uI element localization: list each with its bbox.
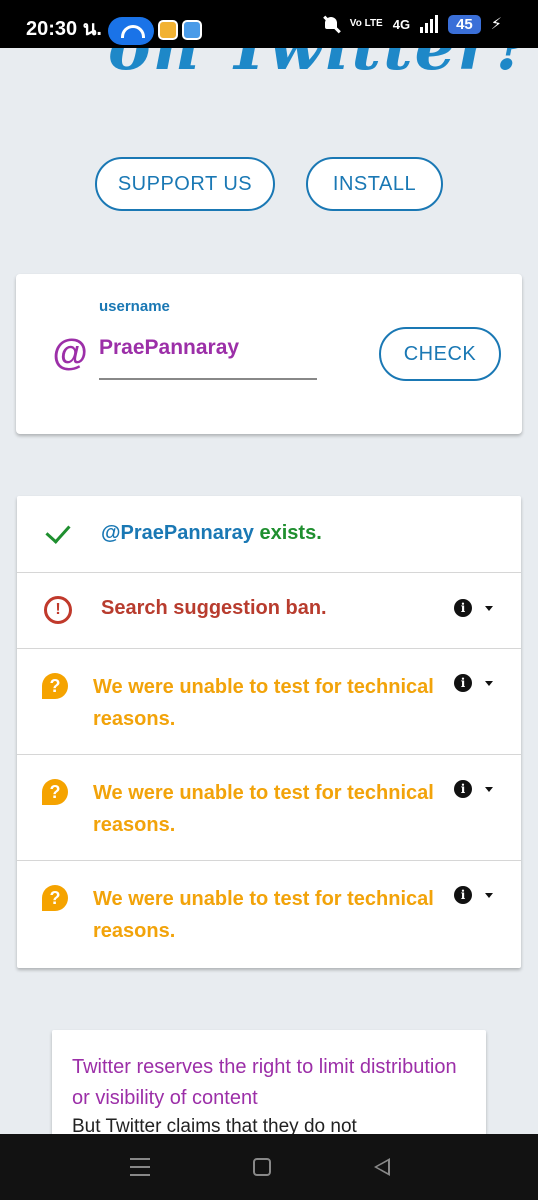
weather-app-icon (158, 20, 178, 40)
volte-indicator: Vo LTE (349, 18, 383, 29)
result-ban-row[interactable]: ! Search suggestion ban. i (17, 573, 521, 649)
caret-down-icon[interactable] (485, 681, 493, 686)
caret-down-icon[interactable] (485, 606, 493, 611)
muted-bell-icon (322, 15, 340, 33)
exists-username: @PraePannaray (101, 522, 254, 544)
result-unable-row[interactable]: ? We were unable to test for technical r… (17, 755, 521, 861)
status-bar: 20:30 น. Vo LTE 4G 45 ⚡ (0, 0, 538, 48)
ban-text: Search suggestion ban. (101, 597, 327, 619)
network-type: 4G (392, 16, 411, 32)
info-icon[interactable]: i (454, 780, 472, 798)
unable-text: We were unable to test for technical rea… (93, 888, 434, 942)
support-us-button[interactable]: SUPPORT US (95, 157, 275, 211)
checkmark-icon (45, 518, 71, 544)
input-underline (99, 378, 317, 380)
result-unable-row[interactable]: ? We were unable to test for technical r… (17, 861, 521, 968)
result-unable-row[interactable]: ? We were unable to test for technical r… (17, 649, 521, 755)
info-heading: Twitter reserves the right to limit dist… (72, 1056, 457, 1109)
username-input[interactable]: PraePannaray (99, 336, 239, 360)
exists-status: exists. (259, 522, 322, 544)
result-exists-row: @PraePannaray exists. (17, 496, 521, 573)
info-card: Twitter reserves the right to limit dist… (52, 1030, 486, 1140)
cloud-app-icon (182, 20, 202, 40)
unable-text: We were unable to test for technical rea… (93, 676, 434, 730)
username-label: username (99, 298, 170, 315)
username-card: @ username PraePannaray CHECK (16, 274, 522, 434)
exists-text: @PraePannaray exists. (101, 522, 322, 545)
caret-down-icon[interactable] (485, 787, 493, 792)
info-icon[interactable]: i (454, 674, 472, 692)
install-button[interactable]: INSTALL (306, 157, 443, 211)
info-icon[interactable]: i (454, 886, 472, 904)
system-nav-bar (0, 1134, 538, 1200)
info-icon[interactable]: i (454, 599, 472, 617)
question-bubble-icon: ? (42, 779, 68, 805)
at-icon: @ (52, 332, 88, 373)
hotspot-icon (108, 17, 154, 45)
charging-icon: ⚡ (490, 16, 502, 33)
unable-text: We were unable to test for technical rea… (93, 782, 434, 836)
caret-down-icon[interactable] (485, 893, 493, 898)
recent-apps-icon[interactable] (130, 1158, 150, 1176)
question-bubble-icon: ? (42, 885, 68, 911)
question-bubble-icon: ? (42, 673, 68, 699)
back-icon[interactable] (374, 1158, 390, 1176)
status-icons: Vo LTE 4G 45 ⚡ (322, 14, 502, 34)
check-button[interactable]: CHECK (379, 327, 501, 381)
alert-circle-icon: ! (44, 596, 72, 624)
status-time: 20:30 น. (26, 18, 102, 40)
battery-level: 45 (448, 14, 481, 34)
signal-icon (420, 15, 439, 33)
home-icon[interactable] (253, 1158, 271, 1176)
results-card: @PraePannaray exists. ! Search suggestio… (17, 496, 521, 968)
